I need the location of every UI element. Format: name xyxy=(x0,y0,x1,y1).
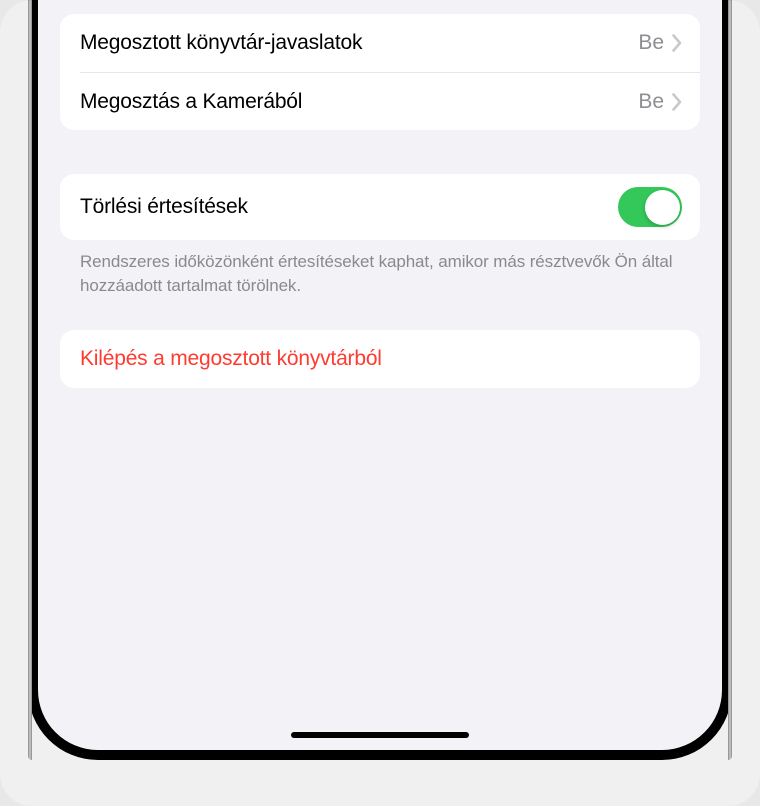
toggle-switch[interactable] xyxy=(618,187,682,227)
row-deletion-notifications: Törlési értesítések xyxy=(60,174,700,240)
footer-description: Rendszeres időközönként értesítéseket ka… xyxy=(60,240,700,298)
row-label: Megosztott könyvtár-javaslatok xyxy=(80,31,362,55)
row-share-from-camera[interactable]: Megosztás a Kamerából Be xyxy=(80,72,700,130)
row-value: Be xyxy=(638,31,664,55)
toggle-knob xyxy=(645,190,680,225)
settings-group-notifications: Törlési értesítések xyxy=(60,174,700,240)
settings-group-sharing: Megosztott könyvtár-javaslatok Be Megosz… xyxy=(60,14,700,130)
phone-edge-right xyxy=(728,0,732,760)
row-leave-shared-library[interactable]: Kilépés a megosztott könyvtárból xyxy=(60,330,700,388)
home-indicator[interactable] xyxy=(291,732,469,738)
toggle-label: Törlési értesítések xyxy=(80,195,248,219)
outer-canvas: Megosztott könyvtár-javaslatok Be Megosz… xyxy=(0,0,760,806)
row-right: Be xyxy=(638,90,682,114)
chevron-right-icon xyxy=(672,93,682,111)
phone-screen: Megosztott könyvtár-javaslatok Be Megosz… xyxy=(38,0,722,750)
danger-label: Kilépés a megosztott könyvtárból xyxy=(80,347,382,371)
row-value: Be xyxy=(638,90,664,114)
phone-edge-left xyxy=(28,0,32,760)
settings-group-leave: Kilépés a megosztott könyvtárból xyxy=(60,330,700,388)
row-shared-library-suggestions[interactable]: Megosztott könyvtár-javaslatok Be xyxy=(60,14,700,72)
row-right: Be xyxy=(638,31,682,55)
row-label: Megosztás a Kamerából xyxy=(80,90,302,114)
phone-frame: Megosztott könyvtár-javaslatok Be Megosz… xyxy=(28,0,732,760)
chevron-right-icon xyxy=(672,34,682,52)
